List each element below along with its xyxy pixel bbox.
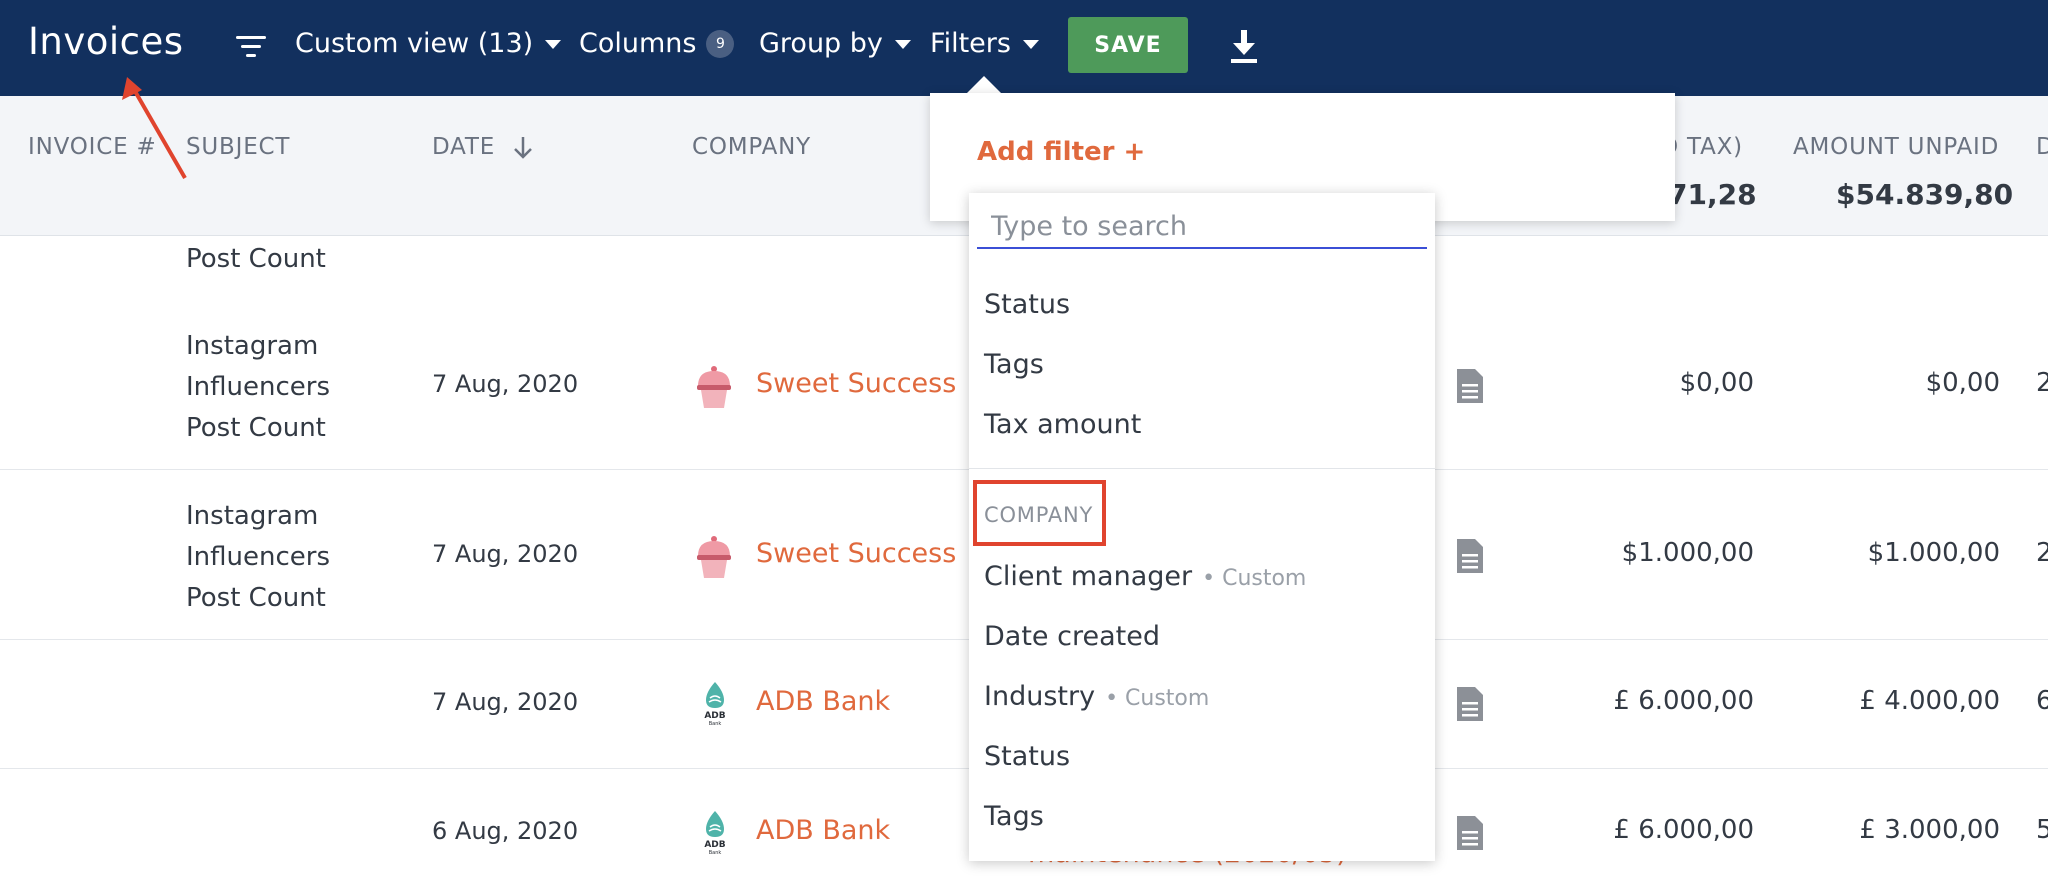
columns-label: Columns bbox=[579, 28, 697, 59]
columns-button[interactable]: Columns 9 bbox=[579, 28, 735, 59]
document-icon[interactable] bbox=[1455, 814, 1485, 852]
save-button[interactable]: SAVE bbox=[1068, 17, 1188, 73]
document-icon[interactable] bbox=[1455, 685, 1485, 723]
row-extra: 6 bbox=[2036, 686, 2048, 716]
bank-logo: ADB Bank bbox=[704, 811, 726, 855]
filters-label: Filters bbox=[930, 28, 1011, 59]
bank-logo: ADB Bank bbox=[704, 682, 726, 726]
company-link[interactable]: ADB Bank bbox=[756, 815, 890, 846]
filter-option-company-status[interactable]: Status bbox=[984, 741, 1070, 772]
row-unpaid: $0,00 bbox=[1925, 368, 2000, 398]
custom-view-label: Custom view (13) bbox=[295, 28, 534, 59]
svg-text:ADB: ADB bbox=[704, 711, 725, 721]
column-header-date[interactable]: DATE bbox=[432, 134, 495, 160]
row-date: 7 Aug, 2020 bbox=[432, 540, 579, 568]
row-unpaid: £ 3.000,00 bbox=[1859, 815, 2000, 845]
column-header-subject[interactable]: SUBJECT bbox=[186, 134, 290, 160]
document-icon[interactable] bbox=[1455, 367, 1485, 405]
row-subject: Post Count bbox=[186, 244, 326, 274]
company-link[interactable]: Sweet Success bbox=[756, 538, 956, 569]
row-date: 6 Aug, 2020 bbox=[432, 817, 579, 845]
custom-tag: • Custom bbox=[1105, 686, 1210, 711]
dropdown-divider bbox=[969, 468, 1435, 469]
sort-down-icon[interactable] bbox=[512, 135, 534, 161]
columns-count-badge: 9 bbox=[706, 29, 735, 58]
filter-option-industry[interactable]: Industry • Custom bbox=[984, 681, 1209, 712]
total-amount-no-tax: 71,28 bbox=[1668, 178, 1757, 211]
svg-text:ADB: ADB bbox=[704, 840, 725, 850]
row-unpaid: $1.000,00 bbox=[1867, 538, 2000, 568]
filter-option-date-created[interactable]: Date created bbox=[984, 621, 1160, 652]
top-bar: Invoices Custom view (13) Columns 9 Grou… bbox=[0, 0, 2048, 96]
cupcake-logo bbox=[697, 366, 731, 408]
column-header-company[interactable]: COMPANY bbox=[692, 134, 811, 160]
row-subject: Instagram Influencers Post Count bbox=[186, 501, 331, 613]
row-extra: 2 bbox=[2036, 538, 2048, 568]
annotation-highlight-box bbox=[973, 480, 1106, 546]
cupcake-logo bbox=[697, 536, 731, 578]
row-amount: £ 6.000,00 bbox=[1613, 815, 1754, 845]
annotation-arrow bbox=[122, 77, 187, 179]
download-icon[interactable] bbox=[1226, 28, 1262, 64]
page-title: Invoices bbox=[28, 20, 184, 63]
popover-notch bbox=[966, 76, 1002, 94]
row-amount: £ 6.000,00 bbox=[1613, 686, 1754, 716]
filter-icon[interactable] bbox=[236, 34, 268, 60]
filter-option-tags[interactable]: Tags bbox=[984, 349, 1044, 380]
filter-option-client-manager[interactable]: Client manager • Custom bbox=[984, 561, 1306, 592]
group-by-dropdown[interactable]: Group by bbox=[759, 28, 911, 59]
company-link[interactable]: ADB Bank bbox=[756, 686, 890, 717]
row-subject: Instagram Influencers Post Count bbox=[186, 331, 331, 443]
column-header-amount-unpaid[interactable]: AMOUNT UNPAID bbox=[1793, 134, 1999, 160]
row-extra: 2 bbox=[2036, 368, 2048, 398]
chevron-down-icon bbox=[545, 40, 562, 49]
total-amount-unpaid: $54.839,80 bbox=[1836, 178, 2014, 211]
row-date: 7 Aug, 2020 bbox=[432, 688, 579, 716]
filter-search-input[interactable] bbox=[977, 205, 1427, 249]
row-unpaid: £ 4.000,00 bbox=[1859, 686, 2000, 716]
filter-option-company-tags[interactable]: Tags bbox=[984, 801, 1044, 832]
filters-dropdown[interactable]: Filters bbox=[930, 28, 1039, 59]
svg-text:Bank: Bank bbox=[709, 850, 722, 855]
company-link[interactable]: Sweet Success bbox=[756, 368, 956, 399]
chevron-down-icon bbox=[894, 40, 911, 49]
row-date: 7 Aug, 2020 bbox=[432, 370, 579, 398]
add-filter-button[interactable]: Add filter + bbox=[977, 137, 1145, 167]
document-icon[interactable] bbox=[1455, 537, 1485, 575]
custom-view-dropdown[interactable]: Custom view (13) bbox=[295, 28, 562, 59]
svg-text:Bank: Bank bbox=[709, 721, 722, 726]
filter-option-status[interactable]: Status bbox=[984, 289, 1070, 320]
row-extra: 5 bbox=[2036, 815, 2048, 845]
column-header-extra[interactable]: D bbox=[2036, 134, 2048, 160]
custom-tag: • Custom bbox=[1202, 566, 1307, 591]
row-amount: $0,00 bbox=[1679, 368, 1754, 398]
chevron-down-icon bbox=[1022, 40, 1039, 49]
group-by-label: Group by bbox=[759, 28, 883, 59]
row-amount: $1.000,00 bbox=[1621, 538, 1754, 568]
filter-option-tax-amount[interactable]: Tax amount bbox=[984, 409, 1141, 440]
